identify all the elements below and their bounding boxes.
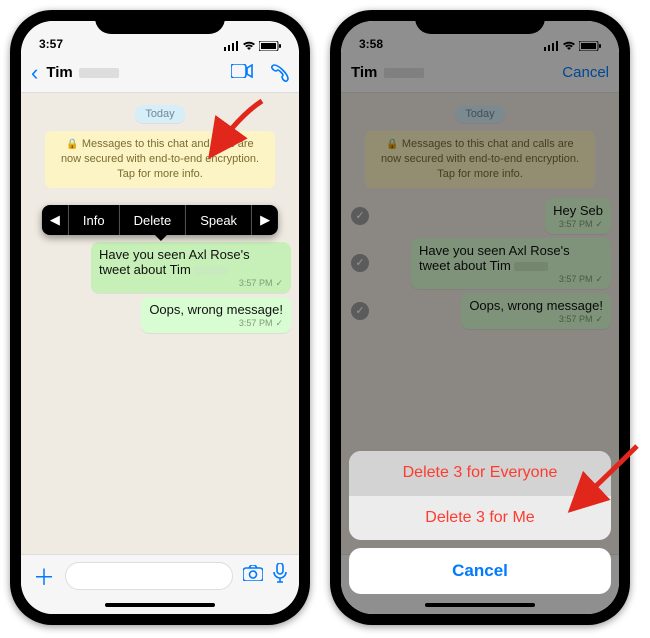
notch	[415, 10, 545, 34]
redacted-box	[79, 68, 119, 78]
iphone-frame-right: 3:58 Tim Cancel Today 🔒 Messages to this…	[330, 10, 630, 625]
message-bubble[interactable]: Oops, wrong message! 3:57 PM✓	[141, 297, 291, 333]
input-bar: ＋	[21, 554, 299, 596]
message-row: Have you seen Axl Rose's tweet about Tim…	[29, 242, 291, 293]
status-time: 3:57	[39, 37, 63, 51]
annotation-arrow	[200, 95, 270, 165]
lock-icon: 🔒	[66, 139, 78, 150]
mic-icon[interactable]	[273, 563, 287, 588]
redacted-box	[194, 266, 228, 275]
battery-icon	[259, 41, 281, 51]
read-ticks-icon: ✓	[275, 278, 283, 289]
day-label: Today	[135, 105, 184, 123]
message-text: Oops, wrong message!	[149, 302, 283, 317]
screen-right: 3:58 Tim Cancel Today 🔒 Messages to this…	[341, 21, 619, 614]
sheet-cancel-button[interactable]: Cancel	[349, 548, 611, 594]
message-time: 3:57 PM	[239, 278, 273, 288]
wifi-icon	[242, 41, 256, 51]
status-indicators	[224, 41, 281, 51]
context-menu: ◀ Info Delete Speak ▶	[42, 205, 278, 235]
audio-call-icon[interactable]	[271, 64, 289, 82]
ctx-prev-arrow[interactable]: ◀	[42, 205, 69, 235]
read-ticks-icon: ✓	[275, 318, 283, 329]
signal-icon	[224, 41, 239, 51]
message-row: Oops, wrong message! 3:57 PM✓	[29, 297, 291, 333]
message-time: 3:57 PM	[239, 318, 273, 328]
video-call-icon[interactable]	[231, 64, 253, 82]
attach-button[interactable]: ＋	[33, 560, 55, 592]
annotation-arrow	[565, 440, 645, 520]
contact-name[interactable]: Tim	[46, 64, 223, 81]
chat-header: ‹ Tim	[21, 53, 299, 93]
message-input[interactable]	[65, 562, 233, 590]
ctx-next-arrow[interactable]: ▶	[252, 205, 278, 235]
message-bubble[interactable]: Have you seen Axl Rose's tweet about Tim…	[91, 242, 291, 293]
camera-icon[interactable]	[243, 565, 263, 586]
ctx-speak[interactable]: Speak	[186, 205, 252, 235]
ctx-info[interactable]: Info	[69, 205, 120, 235]
back-button[interactable]: ‹	[31, 62, 38, 84]
ctx-delete[interactable]: Delete	[120, 205, 187, 235]
notch	[95, 10, 225, 34]
contact-name-text: Tim	[46, 64, 72, 81]
home-indicator	[21, 596, 299, 614]
